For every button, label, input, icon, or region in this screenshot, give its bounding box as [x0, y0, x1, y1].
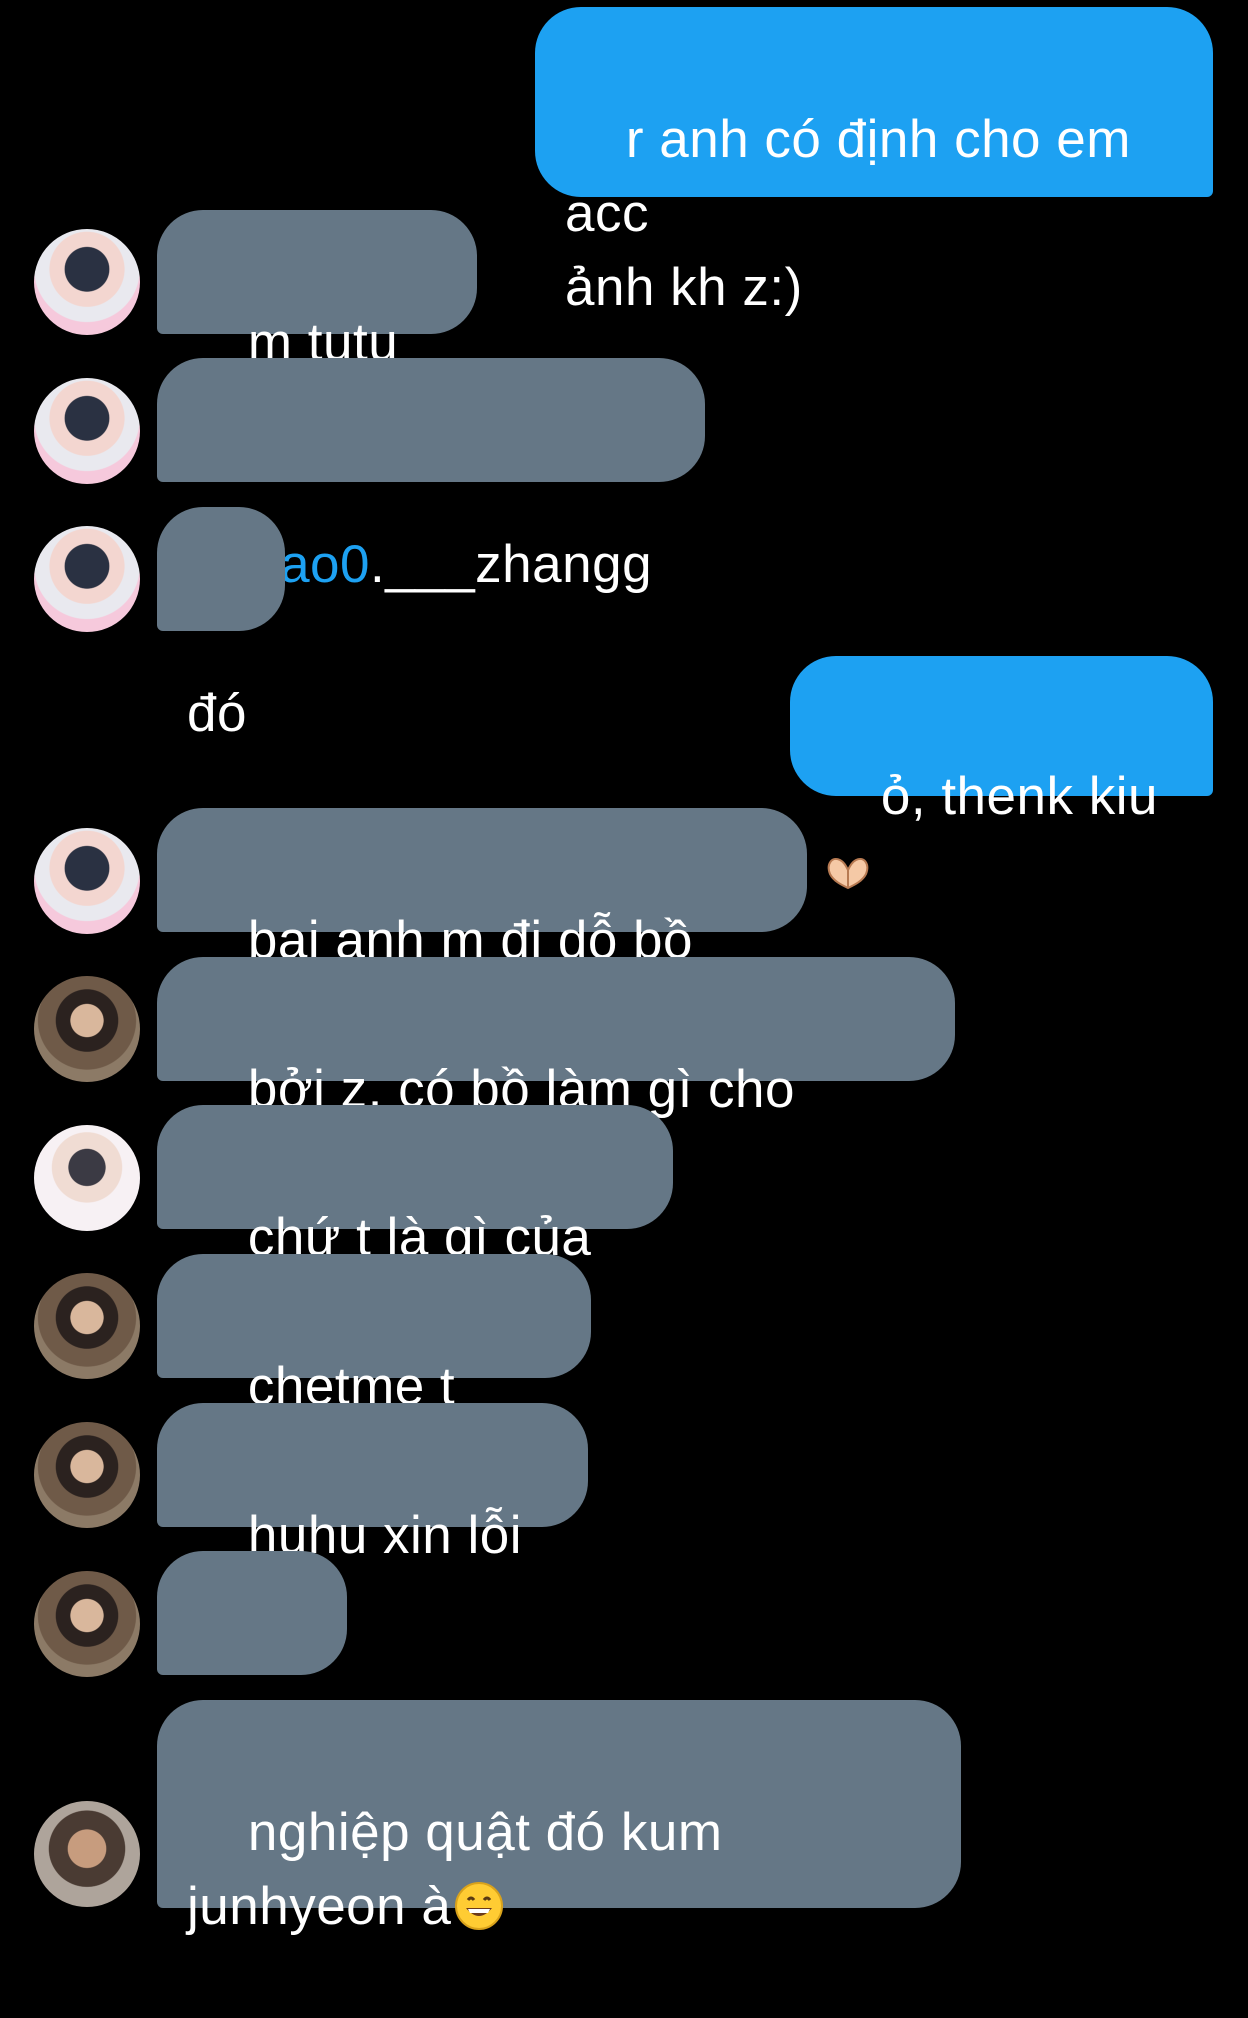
message-text: ỏ, thenk kiu: [880, 767, 1158, 826]
incoming-message-bubble[interactable]: bai anh m đi dỗ bồ đây: [157, 808, 807, 1044]
incoming-message-bubble[interactable]: bởi z, có bồ làm gì cho mệt:): [157, 957, 955, 1193]
avatar[interactable]: [34, 828, 140, 934]
message-text: đó: [187, 684, 247, 743]
message-text: r anh có định cho em acc ảnh kh z:): [565, 110, 1131, 317]
avatar[interactable]: [34, 1422, 140, 1528]
incoming-message-bubble[interactable]: đó: [157, 507, 285, 743]
avatar[interactable]: [34, 976, 140, 1082]
grinning-face-emoji: [455, 1882, 504, 1930]
message-thread: r anh có định cho em acc ảnh kh z:) m tu…: [0, 0, 1248, 1936]
avatar[interactable]: [34, 1125, 140, 1231]
avatar[interactable]: [34, 1801, 140, 1907]
heart-hands-emoji: [827, 858, 869, 890]
avatar[interactable]: [34, 526, 140, 632]
incoming-message-bubble[interactable]: chetme t quên: [157, 1254, 591, 1490]
avatar[interactable]: [34, 1571, 140, 1677]
incoming-message-bubble[interactable]: nghiệp quật đó kum junhyeon à: [157, 1700, 961, 1936]
avatar[interactable]: [34, 378, 140, 484]
avatar[interactable]: [34, 1273, 140, 1379]
outgoing-message-bubble[interactable]: r anh có định cho em acc ảnh kh z:): [535, 7, 1213, 317]
outgoing-message-bubble[interactable]: ỏ, thenk kiu: [790, 656, 1213, 890]
incoming-message-bubble[interactable]: huhu: [157, 1551, 347, 1787]
incoming-message-bubble[interactable]: @Hao0.___zhangg: [157, 358, 705, 594]
avatar[interactable]: [34, 229, 140, 335]
incoming-message-bubble[interactable]: chứ t là gì của m?: [157, 1105, 673, 1341]
message-text: .___zhangg: [370, 535, 653, 594]
incoming-message-bubble[interactable]: huhu xin lỗi ạa: [157, 1403, 588, 1639]
incoming-message-bubble[interactable]: m tutu coi: [157, 210, 477, 446]
